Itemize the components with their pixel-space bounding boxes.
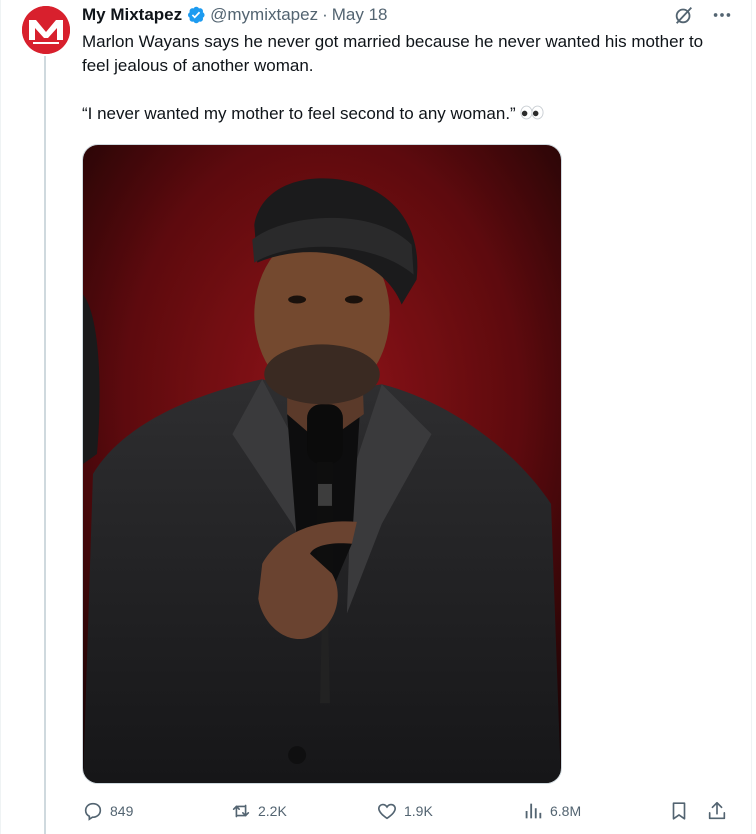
tweet-photo[interactable] xyxy=(82,144,562,784)
author-handle[interactable]: @mymixtapez xyxy=(210,5,318,25)
verified-badge-icon xyxy=(186,5,206,25)
avatar[interactable] xyxy=(22,6,70,54)
tweet-header: My Mixtapez @mymixtapez · May 18 xyxy=(82,4,388,26)
bookmark-icon xyxy=(672,802,686,820)
reply-icon xyxy=(84,802,102,821)
mymixtapez-logo xyxy=(22,6,70,54)
eyes-emoji-icon xyxy=(520,103,544,127)
separator-dot: · xyxy=(322,5,328,24)
grok-icon[interactable] xyxy=(672,4,696,26)
tweet-text: Marlon Wayans says he never got married … xyxy=(82,30,722,127)
views-count: 6.8M xyxy=(550,803,582,819)
reply-button[interactable]: 849 xyxy=(82,796,133,826)
share-icon xyxy=(708,801,726,820)
retweet-button[interactable]: 2.2K xyxy=(230,796,287,826)
heart-icon xyxy=(378,803,396,820)
like-button[interactable]: 1.9K xyxy=(376,796,433,826)
more-icon[interactable] xyxy=(710,4,734,26)
views-button[interactable]: 6.8M xyxy=(522,796,581,826)
retweet-icon xyxy=(232,804,250,818)
photo-illustration xyxy=(83,145,561,783)
author-name[interactable]: My Mixtapez xyxy=(82,5,182,25)
reply-count: 849 xyxy=(110,803,134,819)
tweet-action-bar: 849 2.2K 1.9K 6.8M xyxy=(82,796,734,826)
tweet-text-line2: “I never wanted my mother to feel second… xyxy=(82,102,722,127)
tweet-text-line1: Marlon Wayans says he never got married … xyxy=(82,32,704,75)
tweet-date[interactable]: May 18 xyxy=(332,5,388,25)
thread-line xyxy=(44,56,46,834)
views-chart-icon xyxy=(525,803,542,819)
share-button[interactable] xyxy=(706,796,728,826)
retweet-count: 2.2K xyxy=(258,803,287,819)
like-count: 1.9K xyxy=(404,803,433,819)
tweet-top-actions xyxy=(672,4,734,26)
tweet-quote: “I never wanted my mother to feel second… xyxy=(82,104,516,123)
bookmark-button[interactable] xyxy=(668,796,690,826)
